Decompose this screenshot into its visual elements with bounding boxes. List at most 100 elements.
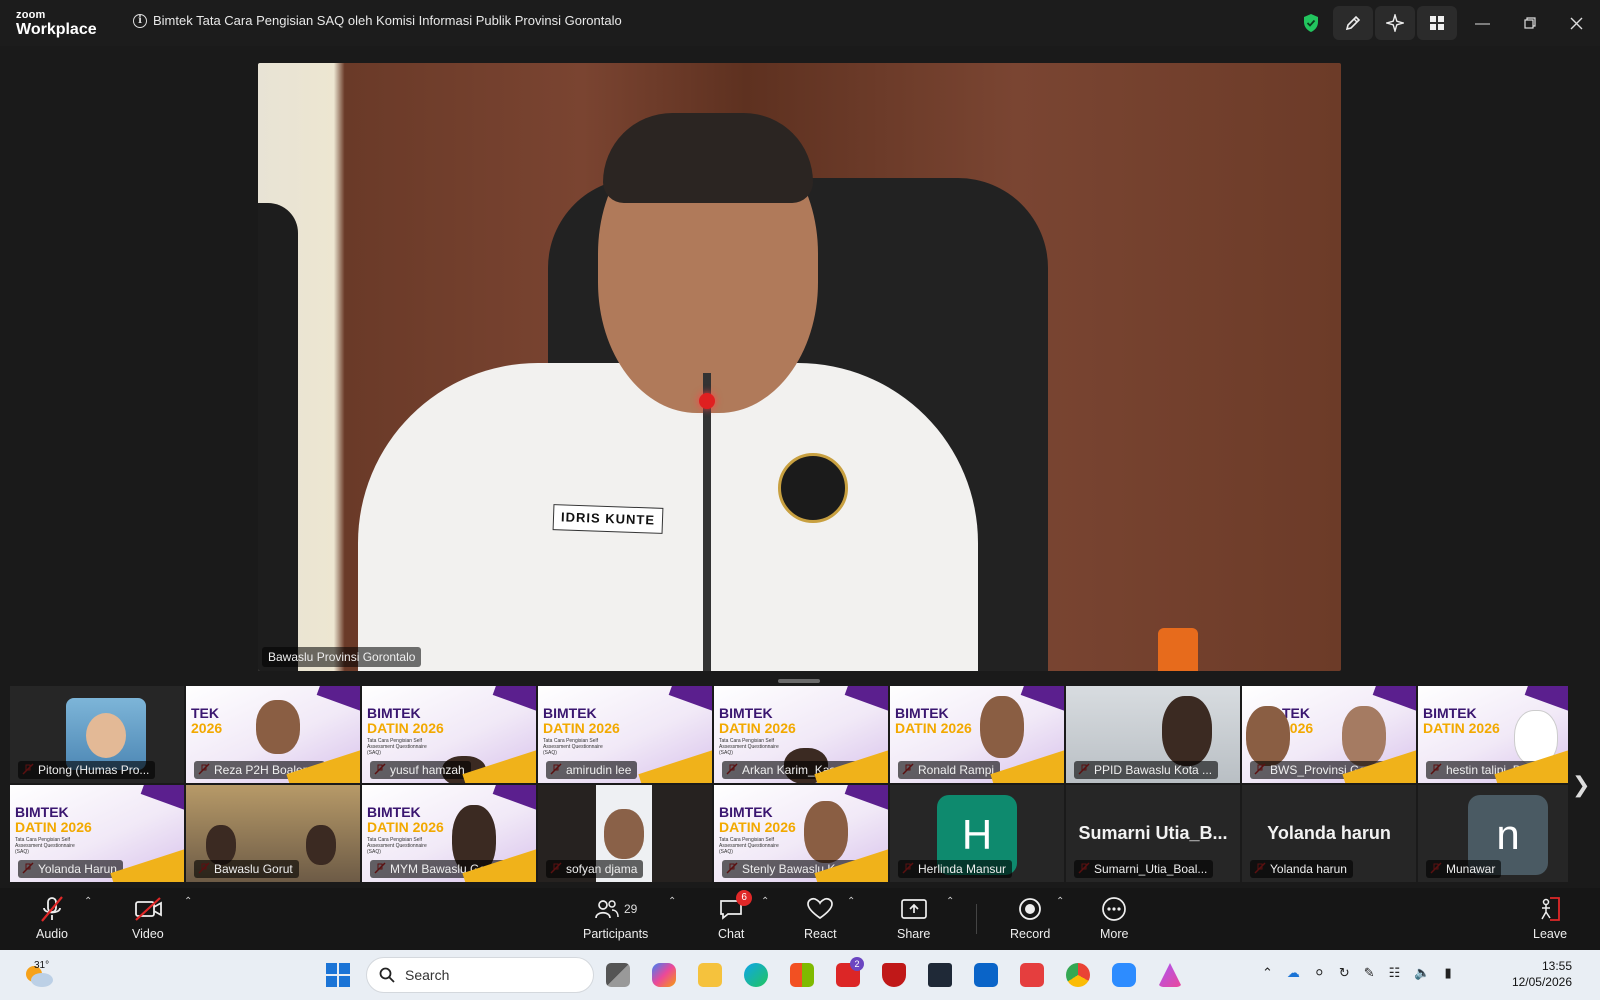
taskbar-clock[interactable]: 13:55 12/05/2026: [1512, 958, 1572, 990]
restore-icon[interactable]: [1506, 0, 1553, 46]
participant-tile[interactable]: BIMTEK DATIN 2026 Ronald Rampi: [890, 686, 1064, 783]
wps-office-icon[interactable]: [1016, 959, 1048, 991]
participant-tile[interactable]: Pitong (Humas Pro...: [10, 686, 184, 783]
participant-tile[interactable]: BIMTEK DATIN 2026 Tata Cara Pengisian Sel…: [10, 785, 184, 882]
participant-video: [1246, 706, 1290, 766]
participant-tile[interactable]: BIMTEK DATIN 2026 hestin talipi_Bawasl...: [1418, 686, 1568, 783]
app-notification-badge: 2: [850, 957, 864, 971]
participant-display-name: Yolanda harun: [1267, 823, 1391, 843]
record-button[interactable]: Record: [1010, 894, 1050, 941]
task-view-icon[interactable]: [602, 959, 634, 991]
participant-tile[interactable]: H Herlinda Mansur: [890, 785, 1064, 882]
participant-video: [980, 696, 1024, 758]
teams-app-icon[interactable]: 2: [832, 957, 864, 991]
participant-name: BWS_Provinsi Goro...: [1250, 761, 1393, 779]
participant-tile[interactable]: BIMTEK DATIN 2026 Tata Cara Pengisian Sel…: [362, 785, 536, 882]
participant-tile[interactable]: n Munawar: [1418, 785, 1568, 882]
slide-title: BIMTEK DATIN 2026: [1423, 705, 1500, 736]
share-button[interactable]: Share: [897, 894, 930, 941]
onedrive-cloud-icon[interactable]: ☁: [1287, 965, 1300, 981]
gallery-next-page-icon[interactable]: ❯: [1572, 772, 1590, 798]
more-button[interactable]: More: [1100, 894, 1128, 941]
participant-tile[interactable]: Sumarni Utia_B... Sumarni_Utia_Boal...: [1066, 785, 1240, 882]
mcafee-icon[interactable]: [878, 959, 910, 991]
react-options-chevron-icon[interactable]: ⌃: [847, 896, 855, 907]
participant-gallery: Pitong (Humas Pro... TEK 2026 Reza P2H Bo…: [0, 686, 1600, 884]
info-icon[interactable]: i: [133, 13, 147, 28]
sync-icon[interactable]: ↻: [1339, 965, 1350, 981]
taskbar-search-box[interactable]: Search: [366, 957, 594, 993]
chevron-up-icon[interactable]: ⌃: [1262, 965, 1273, 981]
audio-button[interactable]: Audio: [36, 894, 68, 941]
toolbar-divider: [976, 904, 977, 934]
chat-unread-badge: 6: [736, 890, 753, 906]
audio-options-chevron-icon[interactable]: ⌃: [84, 896, 92, 907]
chat-options-chevron-icon[interactable]: ⌃: [761, 896, 769, 907]
participant-tile[interactable]: sofyan djama: [538, 785, 712, 882]
speaker-shirt: [358, 363, 978, 671]
video-button[interactable]: Video: [132, 894, 164, 941]
participant-avatar: [66, 698, 146, 770]
copilot-icon[interactable]: [648, 959, 680, 991]
ai-companion-sparkle-icon[interactable]: [1375, 6, 1415, 40]
microsoft-store-icon[interactable]: [786, 959, 818, 991]
wifi-icon[interactable]: ☷: [1389, 965, 1401, 981]
file-explorer-icon[interactable]: [694, 959, 726, 991]
active-speaker-video[interactable]: IDRIS KUNTE Bawaslu Provinsi Gorontalo: [258, 63, 1341, 671]
participant-video: [1514, 710, 1558, 766]
search-icon: [379, 967, 395, 983]
uniform-badge-logo: [778, 453, 848, 523]
windows-taskbar: 31° Search 2 ⌃ ☁ ⚪ ↻ ✎ ☷ 🔈 ▮ 13:55 12/05…: [0, 950, 1600, 1000]
participant-name: MYM Bawaslu Gorut: [370, 860, 507, 878]
share-options-chevron-icon[interactable]: ⌃: [946, 896, 954, 907]
slide-title: BIMTEK DATIN 2026: [895, 705, 972, 736]
leave-button[interactable]: Leave: [1533, 894, 1567, 941]
participants-button[interactable]: 29 Participants: [583, 894, 648, 941]
battery-icon[interactable]: ▮: [1444, 965, 1451, 981]
participants-options-chevron-icon[interactable]: ⌃: [668, 896, 676, 907]
participant-tile[interactable]: BIMTEK DATIN 2026 Tata Cara Pengisian Sel…: [714, 785, 888, 882]
meeting-title[interactable]: i Bimtek Tata Cara Pengisian SAQ oleh Ko…: [133, 13, 622, 28]
participant-tile[interactable]: BIMTEK DATIN 2026 Tata Cara Pengisian Sel…: [538, 686, 712, 783]
affinity-icon[interactable]: [1154, 959, 1186, 991]
participant-video: [1162, 696, 1212, 766]
annotate-pen-icon[interactable]: [1333, 6, 1373, 40]
close-icon[interactable]: [1553, 0, 1600, 46]
outlook-icon[interactable]: [970, 959, 1002, 991]
record-options-chevron-icon[interactable]: ⌃: [1056, 896, 1064, 907]
dropbox-icon[interactable]: [924, 959, 956, 991]
edge-browser-icon[interactable]: [740, 959, 772, 991]
encryption-shield-icon[interactable]: [1291, 6, 1331, 40]
title-bar: zoom Workplace i Bimtek Tata Cara Pengis…: [0, 0, 1600, 46]
participant-name: Ronald Rampi: [898, 761, 1001, 779]
meeting-toolbar: Audio ⌃ Video ⌃ 29 Participants ⌃ 6 Chat…: [0, 888, 1600, 950]
participant-tile[interactable]: TEK 2026 BWS_Provinsi Goro...: [1242, 686, 1416, 783]
participant-tile[interactable]: BIMTEK DATIN 2026 Tata Cara Pengisian Sel…: [714, 686, 888, 783]
speaker-hair: [603, 113, 813, 203]
participant-tile[interactable]: Bawaslu Gorut: [186, 785, 360, 882]
video-options-chevron-icon[interactable]: ⌃: [184, 896, 192, 907]
pen-input-icon[interactable]: ✎: [1364, 965, 1375, 981]
participant-tile[interactable]: Yolanda harun Yolanda harun: [1242, 785, 1416, 882]
meeting-title-text: Bimtek Tata Cara Pengisian SAQ oleh Komi…: [153, 13, 622, 28]
chrome-icon[interactable]: [1062, 959, 1094, 991]
network-error-icon[interactable]: ⚪: [1314, 965, 1325, 981]
react-button[interactable]: React: [804, 894, 837, 941]
gallery-resize-handle[interactable]: [778, 679, 820, 683]
participant-tile[interactable]: TEK 2026 Reza P2H Boalemo: [186, 686, 360, 783]
mic-muted-icon: [39, 894, 65, 924]
leave-door-icon: [1541, 897, 1560, 921]
participant-tile[interactable]: BIMTEK DATIN 2026 Tata Cara Pengisian Sel…: [362, 686, 536, 783]
minimize-icon[interactable]: —: [1459, 0, 1506, 46]
volume-icon[interactable]: 🔈: [1414, 965, 1430, 981]
participant-name: amirudin lee: [546, 761, 638, 779]
zoom-app-icon[interactable]: [1108, 959, 1140, 991]
slide-subtitle: Tata Cara Pengisian Self Assessment Ques…: [15, 837, 75, 855]
slide-subtitle: Tata Cara Pengisian Self Assessment Ques…: [543, 738, 603, 756]
windows-start-icon[interactable]: [325, 962, 351, 993]
chat-button[interactable]: 6 Chat: [718, 890, 753, 941]
view-grid-icon[interactable]: [1417, 6, 1457, 40]
participant-tile[interactable]: PPID Bawaslu Kota ...: [1066, 686, 1240, 783]
slide-title: BIMTEK DATIN 2026: [543, 705, 620, 736]
participant-name: Arkan Karim_Kasek...: [722, 761, 865, 779]
